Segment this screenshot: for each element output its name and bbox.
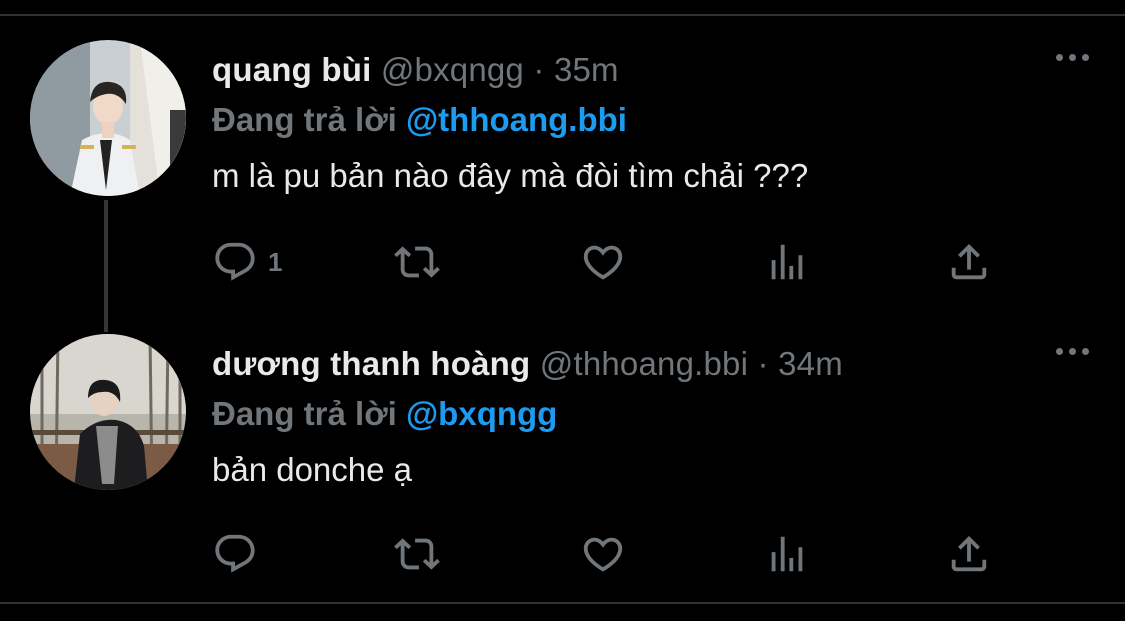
- reply-icon: [215, 242, 255, 281]
- display-name[interactable]: quang bùi: [212, 51, 371, 88]
- views-button[interactable]: [764, 238, 810, 286]
- timestamp[interactable]: 34m: [778, 345, 843, 382]
- replying-to-handle[interactable]: @thhoang.bbi: [406, 101, 627, 138]
- like-button[interactable]: [580, 530, 626, 578]
- share-button[interactable]: [946, 530, 992, 578]
- replying-to: Đang trả lời @bxqngg: [212, 392, 1092, 436]
- user-handle[interactable]: @bxqngg: [381, 51, 524, 88]
- reply-button[interactable]: 1: [212, 238, 282, 286]
- timestamp[interactable]: 35m: [554, 51, 619, 88]
- top-divider: [0, 14, 1125, 16]
- share-icon: [951, 535, 987, 572]
- tweet-header: dương thanh hoàng @thhoang.bbi · 34m: [212, 342, 1092, 386]
- tweet-actions: 1: [212, 238, 1012, 286]
- more-icon[interactable]: [1056, 348, 1089, 355]
- tweet-header: quang bùi @bxqngg · 35m: [212, 48, 1092, 92]
- tweet-text: bản donche ạ: [212, 451, 413, 488]
- share-icon: [951, 243, 987, 280]
- separator-dot: ·: [533, 51, 545, 88]
- more-icon[interactable]: [1056, 54, 1089, 61]
- retweet-icon: [394, 538, 440, 570]
- views-button[interactable]: [764, 530, 810, 578]
- reply-count: 1: [268, 246, 283, 277]
- replying-to: Đang trả lời @thhoang.bbi: [212, 98, 1092, 142]
- views-icon: [771, 536, 803, 572]
- display-name[interactable]: dương thanh hoàng: [212, 345, 530, 382]
- reply-icon: [215, 534, 255, 573]
- tweet-thread: quang bùi @bxqngg · 35m Đang trả lời @th…: [0, 0, 1125, 621]
- retweet-button[interactable]: [394, 530, 440, 578]
- replying-to-handle[interactable]: @bxqngg: [406, 395, 557, 432]
- share-button[interactable]: [946, 238, 992, 286]
- user-handle[interactable]: @thhoang.bbi: [540, 345, 748, 382]
- replying-to-label: Đang trả lời: [212, 101, 397, 138]
- tweet-actions: [212, 530, 1012, 578]
- avatar-image: [30, 40, 186, 196]
- thread-connector-line: [104, 200, 108, 332]
- like-button[interactable]: [580, 238, 626, 286]
- heart-icon: [583, 245, 623, 280]
- separator-dot: ·: [757, 345, 769, 382]
- retweet-button[interactable]: [394, 238, 440, 286]
- tweet-text: m là pu bản nào đây mà đòi tìm chải ???: [212, 157, 809, 194]
- heart-icon: [583, 537, 623, 572]
- views-icon: [771, 244, 803, 280]
- bottom-divider: [0, 602, 1125, 604]
- retweet-icon: [394, 246, 440, 278]
- avatar[interactable]: [30, 334, 186, 490]
- reply-button[interactable]: [212, 530, 268, 578]
- replying-to-label: Đang trả lời: [212, 395, 397, 432]
- avatar[interactable]: [30, 40, 186, 196]
- avatar-image: [30, 334, 186, 490]
